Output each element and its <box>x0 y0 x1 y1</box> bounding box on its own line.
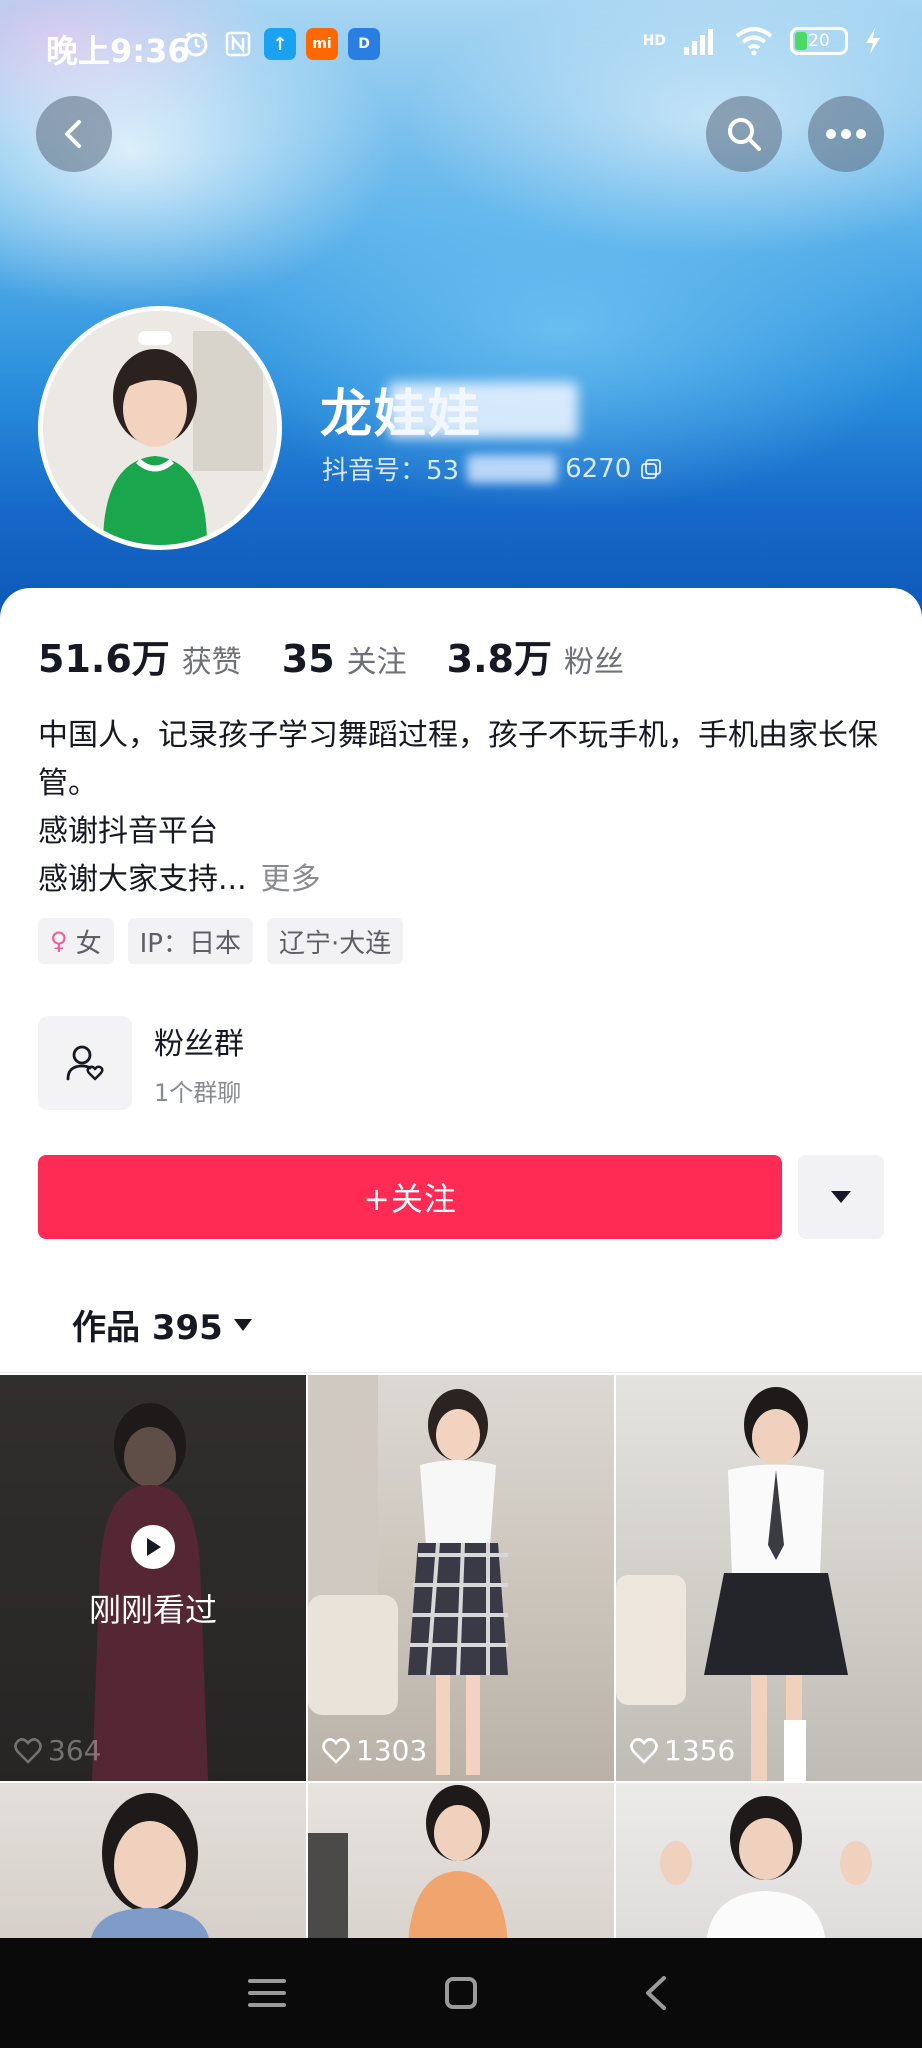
video-thumbnail-image <box>308 1785 508 1943</box>
caret-down-icon <box>233 1318 252 1331</box>
status-time: 晚上9:36 <box>46 32 190 70</box>
upload-app-icon: ↑ <box>264 28 296 60</box>
video-grid: 刚刚看过 364 1303 1356 <box>0 1375 922 1943</box>
video-likes: 1356 <box>630 1734 735 1767</box>
status-notification-icons: ↑ mi D <box>180 28 380 60</box>
bio-line: 感谢抖音平台 <box>38 814 218 849</box>
video-thumbnail-image <box>90 1793 210 1943</box>
bio-line: 感谢大家支持... <box>38 862 247 897</box>
video-thumbnail[interactable]: 刚刚看过 364 <box>0 1375 306 1781</box>
mi-app-icon: mi <box>306 28 338 60</box>
location-tag: 辽宁·大连 <box>266 918 404 964</box>
more-dots-icon <box>826 129 866 139</box>
battery-level: 20 <box>808 31 830 51</box>
fans-group-icon <box>38 1016 132 1110</box>
search-button[interactable] <box>706 96 782 172</box>
play-icon <box>131 1525 175 1569</box>
divider <box>0 1372 922 1373</box>
stat-value: 51.6万 <box>38 637 170 681</box>
heart-icon <box>630 1737 658 1764</box>
alarm-icon <box>180 28 212 60</box>
menu-icon <box>248 1979 286 2007</box>
profile-avatar[interactable] <box>38 306 282 550</box>
menu-button[interactable] <box>237 1963 297 2023</box>
home-square-icon <box>445 1977 477 2009</box>
douyin-id-suffix: 6270 <box>565 453 632 484</box>
fans-group-entry[interactable]: 粉丝群 1个群聊 <box>38 1016 244 1110</box>
follow-dropdown-button[interactable] <box>798 1155 884 1239</box>
video-thumbnail[interactable] <box>308 1783 614 1943</box>
likes-count: 1303 <box>356 1734 428 1767</box>
stat-value: 3.8万 <box>446 637 552 681</box>
tab-works[interactable]: 作品 395 <box>72 1300 253 1349</box>
stat-following[interactable]: 35 关注 <box>282 637 407 681</box>
bio-line: 中国人，记录孩子学习舞蹈过程，孩子不玩手机，手机由家长保管。 <box>38 718 878 801</box>
home-button[interactable] <box>431 1963 491 2023</box>
gender-label: 女 <box>75 928 102 959</box>
video-thumbnail[interactable] <box>616 1783 922 1943</box>
more-button[interactable] <box>808 96 884 172</box>
search-icon <box>728 118 761 151</box>
system-nav-bar <box>0 1938 922 2048</box>
profile-stats: 51.6万 获赞 35 关注 3.8万 粉丝 <box>38 628 624 683</box>
video-thumbnail[interactable] <box>0 1783 306 1943</box>
video-likes: 364 <box>14 1734 101 1767</box>
battery-icon: 20 <box>790 27 848 55</box>
heart-icon <box>322 1737 350 1764</box>
stat-label: 获赞 <box>181 645 242 680</box>
nav-back-button[interactable] <box>625 1963 685 2023</box>
charging-icon <box>866 28 880 54</box>
ip-tag: IP：日本 <box>127 918 253 964</box>
stat-label: 粉丝 <box>563 645 624 680</box>
heart-icon <box>14 1737 42 1764</box>
recently-watched-label: 刚刚看过 <box>88 1591 217 1629</box>
video-thumbnail-image <box>616 1387 848 1781</box>
avatar-photo <box>43 311 277 545</box>
back-button[interactable] <box>36 96 112 172</box>
video-thumbnail[interactable]: 1356 <box>616 1375 922 1781</box>
likes-count: 364 <box>48 1734 102 1767</box>
hd-signal-label: HD <box>642 33 666 49</box>
status-right-icons: HD 20 <box>643 26 882 56</box>
wifi-icon <box>735 27 773 56</box>
gender-tag: ♀ 女 <box>38 918 114 964</box>
calendar-app-icon: D <box>348 28 380 60</box>
fans-group-title: 粉丝群 <box>154 1026 244 1062</box>
nfc-icon <box>222 28 254 60</box>
location-label: 辽宁·大连 <box>278 928 392 959</box>
stat-likes[interactable]: 51.6万 获赞 <box>38 628 242 683</box>
douyin-id-prefix: 抖音号：53 <box>322 456 460 486</box>
bio-line-last: 感谢大家支持... 更多 <box>38 856 888 904</box>
status-bar: 晚上9:36 ↑ mi D HD 20 <box>0 0 922 92</box>
video-thumbnail-image <box>308 1375 508 1775</box>
female-icon: ♀ <box>50 927 68 955</box>
stat-label: 关注 <box>346 645 407 680</box>
follow-button[interactable]: +关注 <box>38 1155 782 1239</box>
douyin-id: 抖音号：53 6270 <box>322 450 663 487</box>
username-blur <box>388 382 578 438</box>
fans-group-subtitle: 1个群聊 <box>154 1078 242 1107</box>
bio-more-link[interactable]: 更多 <box>261 862 321 897</box>
video-likes: 1303 <box>322 1734 427 1767</box>
profile-tags: ♀ 女 IP：日本 辽宁·大连 <box>38 918 404 964</box>
recently-watched-overlay: 刚刚看过 <box>0 1375 306 1781</box>
signal-icon <box>684 29 713 55</box>
video-thumbnail[interactable]: 1303 <box>308 1375 614 1781</box>
ip-label: IP：日本 <box>139 928 241 959</box>
caret-down-icon <box>831 1191 851 1203</box>
fans-group-text: 粉丝群 1个群聊 <box>154 1019 244 1108</box>
profile-bio: 中国人，记录孩子学习舞蹈过程，孩子不玩手机，手机由家长保管。 感谢抖音平台 感谢… <box>38 712 888 904</box>
stat-followers[interactable]: 3.8万 粉丝 <box>447 628 624 683</box>
works-label: 作品 395 <box>72 1308 223 1348</box>
chevron-left-icon <box>65 120 81 148</box>
copy-icon[interactable] <box>639 457 663 481</box>
douyin-id-blur <box>467 454 558 483</box>
back-triangle-icon <box>646 1976 666 2010</box>
video-thumbnail-image <box>660 1796 872 1943</box>
likes-count: 1356 <box>664 1734 736 1767</box>
stat-value: 35 <box>281 637 335 681</box>
